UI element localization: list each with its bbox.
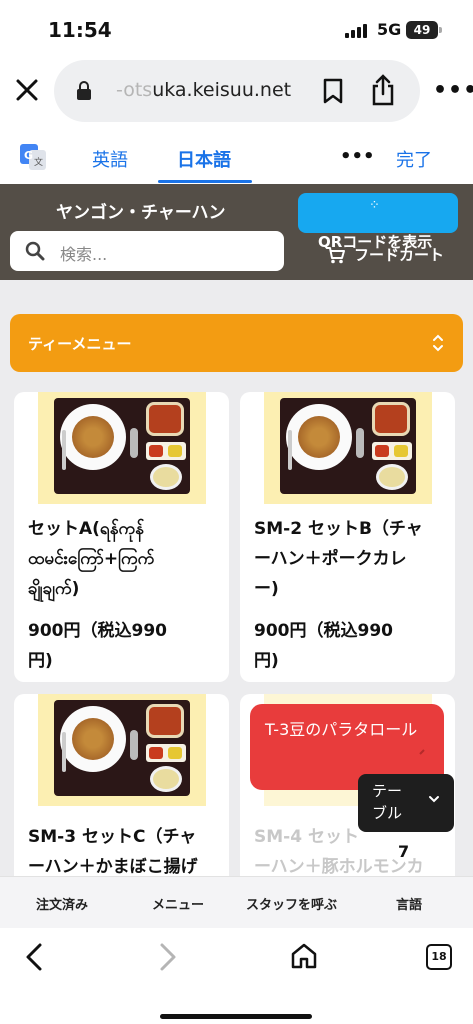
menu-content: ティーメニュー セットA(ရန်ကုန် ထမင်းကြော်+ကြက် ချိုခ… bbox=[0, 280, 473, 876]
food-cart-link[interactable]: フードカート bbox=[354, 244, 444, 265]
status-time: 11:54 bbox=[48, 18, 112, 42]
more-options-icon[interactable]: ••• bbox=[433, 80, 473, 102]
pin-icon bbox=[419, 732, 442, 755]
category-selected-label: ティーメニュー bbox=[28, 335, 132, 353]
qr-icon: ⁘ bbox=[369, 198, 380, 213]
translate-more-icon[interactable]: ••• bbox=[340, 148, 375, 166]
app-bottom-nav: 注文済み メニュー スタッフを呼ぶ 言語 bbox=[0, 876, 473, 928]
item-name: SM-2 セットB（チャ ーハン＋ポークカレ ー) bbox=[254, 519, 423, 599]
tab-japanese[interactable]: 日本語 bbox=[177, 146, 231, 172]
item-price: 900円（税込990 円) bbox=[254, 621, 393, 671]
url-text: -otsuka.keisuu.net bbox=[116, 79, 292, 101]
table-label: テーブル bbox=[372, 782, 403, 822]
browser-toolbar: 18 bbox=[0, 928, 473, 1024]
battery-nub bbox=[439, 27, 442, 33]
tab-english[interactable]: 英語 bbox=[92, 146, 128, 172]
category-select[interactable]: ティーメニュー bbox=[10, 314, 463, 372]
active-tab-underline bbox=[158, 180, 252, 183]
menu-item-card[interactable]: SM-2 セットB（チャ ーハン＋ポークカレ ー) 900円（税込990 円) bbox=[240, 392, 455, 682]
network-type: 5G bbox=[377, 20, 402, 39]
chevron-up-down-icon bbox=[433, 334, 443, 352]
food-photo bbox=[38, 694, 206, 806]
show-qr-button[interactable]: ⁘ QRコードを表示 bbox=[298, 193, 458, 251]
search-icon bbox=[25, 241, 45, 261]
translate-done-button[interactable]: 完了 bbox=[396, 146, 432, 172]
search-input[interactable]: 検索... bbox=[10, 231, 284, 271]
home-indicator bbox=[160, 1014, 312, 1019]
lock-icon bbox=[77, 81, 91, 100]
table-number: 7 bbox=[398, 842, 410, 861]
close-icon[interactable] bbox=[12, 75, 42, 105]
site-header: ヤンゴン・チャーハン 検索... ⁘ QRコードを表示 フードカート bbox=[0, 184, 473, 280]
signal-icon bbox=[345, 24, 369, 38]
battery-icon: 49 bbox=[406, 21, 438, 39]
svg-text:G: G bbox=[24, 149, 33, 162]
address-bar[interactable]: -otsuka.keisuu.net bbox=[54, 60, 420, 122]
item-name: セットA(ရန်ကုန် ထမင်းကြော်+ကြက် ချိုချက်) bbox=[28, 519, 155, 599]
tabs-icon[interactable]: 18 bbox=[426, 944, 452, 970]
shop-name: ヤンゴン・チャーハン bbox=[56, 203, 226, 223]
search-placeholder: 検索... bbox=[60, 245, 108, 264]
menu-item-card[interactable]: セットA(ရန်ကုန် ထမင်းကြော်+ကြက် ချိုချက်) 900… bbox=[14, 392, 229, 682]
cart-icon[interactable] bbox=[326, 246, 346, 264]
nav-menu[interactable]: メニュー bbox=[152, 894, 204, 913]
back-icon[interactable] bbox=[22, 942, 46, 972]
forward-icon[interactable] bbox=[156, 942, 180, 972]
nav-call-staff[interactable]: スタッフを呼ぶ bbox=[246, 894, 337, 913]
translate-bar: G 文 英語 日本語 ••• 完了 bbox=[0, 126, 473, 184]
item-price: 900円（税込990 円) bbox=[28, 621, 167, 671]
chevron-down-icon bbox=[429, 796, 439, 803]
nav-ordered[interactable]: 注文済み bbox=[36, 894, 88, 913]
svg-text:文: 文 bbox=[34, 156, 43, 168]
food-photo bbox=[38, 392, 206, 504]
table-selector[interactable]: テーブル bbox=[358, 774, 454, 832]
browser-url-row: -otsuka.keisuu.net ••• bbox=[0, 56, 473, 126]
home-icon[interactable] bbox=[290, 942, 318, 970]
google-translate-icon: G 文 bbox=[20, 144, 46, 170]
item-name: SM-3 セットC（チャ ーハン＋かまぼこ揚げ bbox=[28, 827, 198, 876]
nav-language[interactable]: 言語 bbox=[396, 894, 422, 913]
menu-item-card[interactable]: SM-3 セットC（チャ ーハン＋かまぼこ揚げ bbox=[14, 694, 229, 876]
food-photo bbox=[264, 392, 432, 504]
status-bar: 11:54 5G 49 bbox=[0, 0, 473, 56]
share-icon[interactable] bbox=[370, 74, 396, 106]
promo-text: T-3豆のパラタロール bbox=[265, 720, 418, 739]
bookmark-icon[interactable] bbox=[322, 78, 344, 104]
